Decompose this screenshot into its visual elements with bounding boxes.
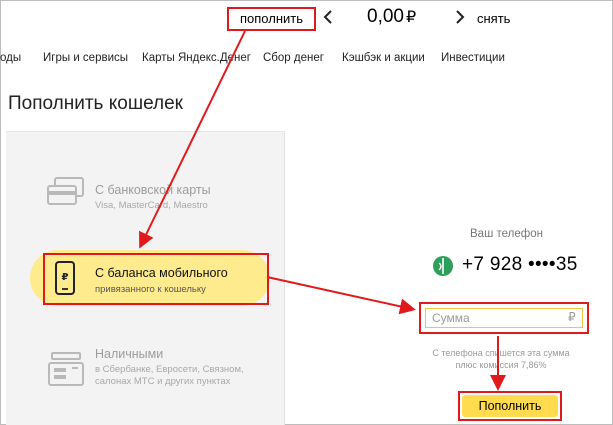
nav-item-cashback[interactable]: Кэшбэк и акции	[342, 52, 425, 64]
operator-logo-icon	[433, 256, 453, 276]
services-nav: оды Игры и сервисы Карты Яндекс.Денег Сб…	[0, 43, 613, 73]
nav-item-cards[interactable]: Карты Яндекс.Денег	[142, 52, 251, 64]
topup-link[interactable]: пополнить	[227, 7, 316, 31]
phone-label: Ваш телефон	[470, 228, 543, 240]
annotation-box-amount	[419, 302, 589, 334]
method-subtitle: Visa, MasterCard, Maestro	[95, 200, 208, 211]
bank-card-icon	[47, 177, 84, 205]
commission-line: плюс комиссия 7,86%	[455, 360, 547, 370]
page-title: Пополнить кошелек	[8, 93, 183, 114]
topup-methods-panel: С банковской карты Visa, MasterCard, Mae…	[6, 131, 285, 425]
phone-number: +7 928 ••••35	[462, 254, 578, 275]
balance-currency: ₽	[405, 9, 417, 26]
nav-item-fundraising[interactable]: Сбор денег	[263, 52, 324, 64]
method-cash[interactable]: Наличными в Сбербанке, Евросети, Связном…	[6, 332, 285, 425]
top-bar: пополнить 0,00 ₽ снять	[1, 1, 613, 37]
topup-submit-button[interactable]: Пополнить	[462, 395, 558, 417]
chevron-left-icon[interactable]	[323, 10, 333, 24]
annotation-box-submit: Пополнить	[458, 391, 562, 421]
cash-terminal-icon	[48, 352, 84, 386]
chevron-right-icon[interactable]	[455, 10, 465, 24]
annotation-box-mobile	[43, 253, 269, 305]
withdraw-link[interactable]: снять	[477, 11, 510, 26]
method-title: С банковской карты	[95, 183, 211, 197]
amount-currency: ₽	[568, 310, 576, 324]
commission-line: С телефона спишется эта сумма	[432, 348, 570, 358]
method-subtitle-line: салонах МТС и других пунктах	[95, 376, 231, 387]
nav-item-games[interactable]: Игры и сервисы	[43, 52, 128, 64]
wallet-balance: 0,00 ₽	[367, 6, 416, 28]
nav-item-partial[interactable]: оды	[0, 52, 21, 64]
payment-form: Ваш телефон +7 928 ••••35 ₽ С телефона с…	[286, 131, 612, 425]
commission-note: С телефона спишется эта сумма плюс комис…	[426, 347, 576, 371]
balance-amount: 0,00	[367, 6, 404, 27]
method-title: Наличными	[95, 347, 164, 361]
method-subtitle-line: в Сбербанке, Евросети, Связном,	[95, 364, 244, 375]
method-bank-card[interactable]: С банковской карты Visa, MasterCard, Mae…	[6, 132, 285, 232]
nav-item-investments[interactable]: Инвестиции	[441, 52, 505, 64]
amount-input[interactable]	[425, 308, 583, 328]
